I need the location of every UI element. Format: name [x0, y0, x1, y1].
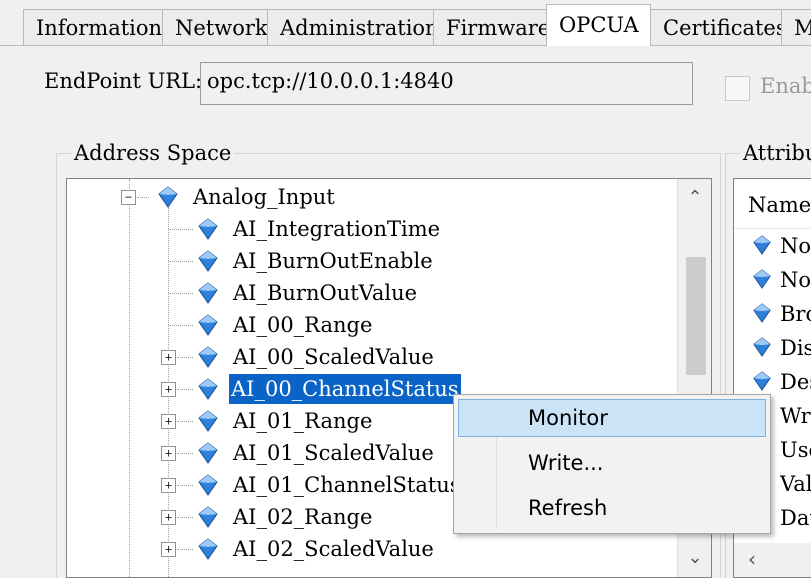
diamond-node-icon [753, 371, 771, 391]
tree-node-label: AI_BurnOutValue [233, 281, 418, 305]
context-menu: Monitor Write... Refresh [453, 394, 771, 534]
attributes-hscrollbar[interactable]: ‹ [734, 543, 811, 577]
tree-node-item[interactable]: + AI_02_ScaledValue [67, 533, 679, 565]
tree-line [169, 325, 193, 326]
tree-line [177, 549, 193, 550]
tree-line [177, 389, 193, 390]
tree-node-label: AI_00_Range [233, 313, 373, 337]
tree-node-label: AI_02_Range [233, 505, 373, 529]
attribute-name: Bro [780, 302, 811, 326]
tab-divider [0, 45, 811, 46]
diamond-node-icon [198, 378, 218, 400]
expand-icon[interactable]: + [161, 478, 176, 493]
tree-line [177, 421, 193, 422]
diamond-node-icon [198, 442, 218, 464]
diamond-node-icon [158, 186, 178, 208]
tree-node-label: AI_BurnOutEnable [233, 249, 433, 273]
attribute-row[interactable]: No [734, 263, 811, 297]
scrollbar-thumb[interactable] [686, 257, 706, 375]
endpoint-url-field[interactable]: opc.tcp://10.0.0.1:4840 [200, 62, 693, 105]
attribute-name: No [780, 268, 811, 292]
tab-firmware[interactable]: Firmware [433, 9, 547, 46]
tree-node-label: AI_IntegrationTime [233, 217, 441, 241]
tree-node-label: AI_01_Range [233, 409, 373, 433]
tree-line [169, 293, 193, 294]
menu-item-label: Monitor [528, 406, 608, 430]
tree-line [137, 197, 149, 198]
enable-label: Enab [760, 74, 811, 98]
diamond-node-icon [198, 538, 218, 560]
diamond-node-icon [198, 474, 218, 496]
tree-line [169, 261, 193, 262]
diamond-node-icon [753, 303, 771, 323]
scroll-left-icon[interactable]: ‹ [748, 547, 756, 571]
tree-node-item[interactable]: AI_BurnOutEnable [67, 245, 679, 277]
attribute-name: Val [780, 472, 811, 496]
tree-node-label: AI_01_ChannelStatus [233, 473, 461, 497]
attribute-name: Des [780, 370, 811, 394]
tree-node-item[interactable]: + AI_00_ScaledValue [67, 341, 679, 373]
expand-icon[interactable]: + [161, 414, 176, 429]
tree-node-label: Analog_Input [193, 185, 335, 209]
menu-item-label: Refresh [528, 496, 608, 520]
tab-network[interactable]: Network [162, 9, 268, 46]
diamond-node-icon [753, 235, 771, 255]
menu-item-refresh[interactable]: Refresh [458, 489, 766, 527]
attribute-name: No [780, 234, 811, 258]
tab-administration[interactable]: Administration [267, 9, 434, 46]
tab-information[interactable]: Information [23, 9, 163, 46]
diamond-node-icon [198, 250, 218, 272]
menu-item-write[interactable]: Write... [458, 444, 766, 482]
enable-checkbox[interactable] [725, 76, 750, 101]
tree-node-label: AI_00_ScaledValue [233, 345, 434, 369]
tree-node-label: AI_01_ScaledValue [233, 441, 434, 465]
tree-line [177, 485, 193, 486]
diamond-node-icon [198, 314, 218, 336]
menu-item-monitor[interactable]: Monitor [458, 399, 766, 437]
scroll-up-icon[interactable]: ⌃ [678, 181, 711, 215]
diamond-node-icon [753, 269, 771, 289]
tree-node-item[interactable]: AI_IntegrationTime [67, 213, 679, 245]
expand-icon[interactable]: + [161, 382, 176, 397]
attribute-row[interactable]: Dis [734, 331, 811, 365]
diamond-node-icon [198, 346, 218, 368]
diamond-node-icon [198, 410, 218, 432]
tab-certificates[interactable]: Certificates [650, 9, 782, 46]
tab-bar: Information Network Administration Firmw… [0, 0, 811, 46]
attributes-title: Attribu [740, 141, 811, 165]
tree-node-label: AI_02_ScaledValue [233, 537, 434, 561]
tree-line [169, 229, 193, 230]
attribute-name: Dis [780, 336, 811, 360]
tree-line [177, 357, 193, 358]
attribute-row[interactable]: No [734, 229, 811, 263]
tree-node-label: AI_00_ChannelStatus [229, 374, 461, 404]
expand-icon[interactable]: + [161, 542, 176, 557]
expand-icon[interactable]: + [161, 510, 176, 525]
attribute-name: Wr [780, 404, 811, 428]
tab-opcua[interactable]: OPCUA [546, 4, 651, 46]
attributes-header: Name [734, 179, 811, 229]
collapse-icon[interactable]: − [121, 190, 136, 205]
tree-line [177, 517, 193, 518]
attribute-name: Use [780, 438, 811, 462]
expand-icon[interactable]: + [161, 446, 176, 461]
menu-item-label: Write... [528, 451, 604, 475]
attribute-name: Dat [780, 506, 811, 530]
tree-node-item[interactable]: AI_BurnOutValue [67, 277, 679, 309]
column-header-name[interactable]: Name [748, 193, 811, 217]
diamond-node-icon [753, 337, 771, 357]
scroll-down-icon[interactable]: ⌄ [678, 541, 711, 575]
tree-line [177, 453, 193, 454]
expand-icon[interactable]: + [161, 350, 176, 365]
diamond-node-icon [198, 282, 218, 304]
endpoint-url-label: EndPoint URL: [44, 69, 203, 93]
diamond-node-icon [198, 506, 218, 528]
address-space-title: Address Space [71, 141, 235, 165]
diamond-node-icon [198, 218, 218, 240]
tree-node-item[interactable]: AI_00_Range [67, 309, 679, 341]
attribute-row[interactable]: Bro [734, 297, 811, 331]
tab-more[interactable]: M [781, 9, 811, 46]
tree-node-analog-input[interactable]: − Analog_Input [67, 181, 679, 213]
